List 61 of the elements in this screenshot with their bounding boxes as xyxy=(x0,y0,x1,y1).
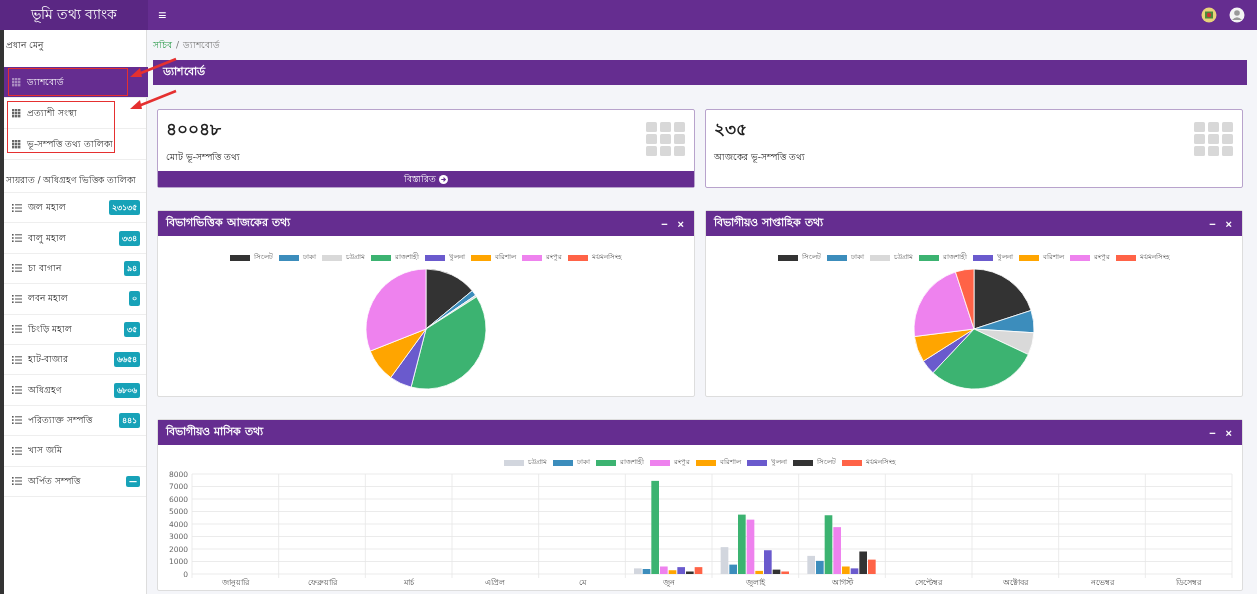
list-icon xyxy=(12,477,22,486)
minimize-button[interactable]: − xyxy=(1207,217,1218,230)
stat-label: মোট ভূ-সম্পত্তি তথ্য xyxy=(166,150,240,165)
count-badge: ২৩১৩৫ xyxy=(109,200,140,216)
menu-toggle-button[interactable]: ≡ xyxy=(154,5,171,25)
panel-title: বিভাগভিত্তিক আজকের তথ্য xyxy=(166,214,292,231)
panel-title: বিভাগীয়ও মাসিক তথ্য xyxy=(166,423,265,440)
count-badge: ৬৬৫৪ xyxy=(114,352,140,368)
breadcrumb-link[interactable]: সচিব xyxy=(153,37,172,53)
flag-icon[interactable] xyxy=(1201,7,1217,23)
breadcrumb-current: ড্যাশবোর্ড xyxy=(183,38,221,52)
sidebar-item[interactable]: চা বাগান ৯৪ xyxy=(4,253,146,285)
page-title: ড্যাশবোর্ড xyxy=(163,64,205,80)
minimize-button[interactable]: − xyxy=(659,217,670,230)
arrow-right-icon xyxy=(439,174,448,184)
sidebar-item[interactable]: চিংড়ি মহাল ৩৫ xyxy=(4,314,146,345)
grid-icon xyxy=(646,122,686,156)
list-icon xyxy=(12,446,22,455)
stat-value: ২৩৫ xyxy=(714,118,748,141)
close-button[interactable]: × xyxy=(675,217,686,230)
sidebar-heading: সায়রাত / অধিগ্রহণ ভিত্তিক তালিকা xyxy=(4,160,146,193)
sidebar-item[interactable]: অধিগ্রহণ ৬৮০৬ xyxy=(4,375,146,406)
sidebar-item[interactable]: হাট-বাজার ৬৬৫৪ xyxy=(4,344,146,376)
stat-label: আজকের ভূ-সম্পত্তি তথ্য xyxy=(714,151,805,165)
sidebar-item[interactable]: ভূ-সম্পত্তি তথ্য তালিকা xyxy=(4,129,146,160)
sidebar-item[interactable]: বালু মহাল ৩৩৪ xyxy=(4,223,146,254)
close-button[interactable]: × xyxy=(1223,426,1234,439)
count-badge: ৪৪১ xyxy=(119,412,140,428)
list-icon xyxy=(12,264,22,273)
list-icon xyxy=(12,386,22,395)
stat-value: ৪০০৪৮ xyxy=(166,118,222,141)
list-icon xyxy=(12,294,22,303)
panel-title: বিভাগীয়ও সাপ্তাহিক তথ্য xyxy=(714,214,825,231)
details-link[interactable]: বিস্তারিত xyxy=(158,171,694,187)
count-badge: ৩৩৪ xyxy=(119,230,140,246)
sidebar-heading: প্রধান মেনু xyxy=(5,39,45,53)
minimize-button[interactable]: − xyxy=(1207,426,1218,439)
list-icon xyxy=(12,203,22,212)
count-badge: ৯৪ xyxy=(124,260,140,276)
sidebar-item[interactable]: অর্পিত সম্পত্তি — xyxy=(4,466,146,497)
grid-icon xyxy=(12,77,21,87)
list-icon xyxy=(12,234,22,243)
sidebar-item[interactable]: লবন মহাল ০ xyxy=(4,284,146,315)
sidebar-item[interactable]: পরিত্যাক্ত সম্পত্তি ৪৪১ xyxy=(4,405,146,437)
close-button[interactable]: × xyxy=(1223,217,1234,230)
grid-icon xyxy=(12,139,21,149)
list-icon xyxy=(12,325,22,334)
grid-icon xyxy=(1194,122,1234,156)
sidebar-item[interactable]: খাস জমি xyxy=(4,436,146,467)
count-badge: — xyxy=(126,475,140,487)
count-badge: ৬৮০৬ xyxy=(114,382,140,398)
sidebar-item[interactable]: ড্যাশবোর্ড xyxy=(4,67,148,98)
count-badge: ০ xyxy=(129,291,140,307)
count-badge: ৩৫ xyxy=(124,321,140,337)
grid-icon xyxy=(12,108,21,118)
user-avatar-icon[interactable] xyxy=(1229,7,1245,23)
list-icon xyxy=(12,416,22,425)
app-title: ভূমি তথ্য ব্যাংক xyxy=(0,0,148,30)
breadcrumb-separator: / xyxy=(176,40,180,50)
list-icon xyxy=(12,355,22,364)
sidebar-item[interactable]: জল মহাল ২৩১৩৫ xyxy=(4,193,146,224)
